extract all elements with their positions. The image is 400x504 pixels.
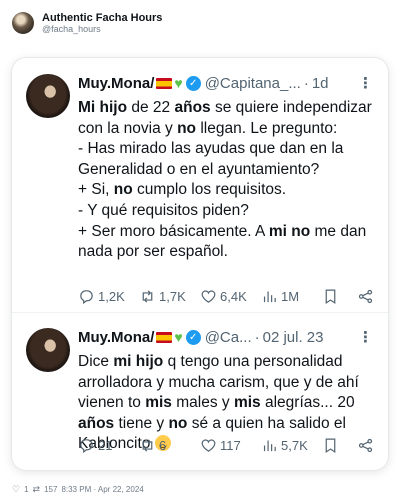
like-count: 6,4K	[220, 288, 247, 304]
tweet-text: Mi hijo de 22 años se quiere independiza…	[78, 98, 374, 263]
text-segment: de 22	[127, 99, 175, 116]
text-segment: + Si,	[78, 181, 114, 199]
separator-dot: ·	[254, 328, 260, 346]
like-count: 117	[220, 437, 241, 453]
analytics-icon	[263, 291, 276, 302]
bold-text-segment: años	[78, 414, 115, 432]
text-segment: llegan. Le pregunto:	[196, 119, 338, 137]
verified-badge-icon: ✓	[185, 75, 201, 91]
author-name[interactable]: Muy.Mona/	[78, 329, 154, 346]
bookmark-button[interactable]	[322, 437, 339, 454]
bold-text-segment: no	[177, 119, 197, 137]
bookmark-button[interactable]	[322, 288, 339, 305]
green-heart-icon: ♥	[174, 75, 183, 91]
retweet-icon	[142, 289, 153, 303]
text-segment: + Ser moro básicamente. A	[78, 222, 269, 240]
share-icon	[358, 289, 373, 303]
author-avatar[interactable]	[26, 74, 70, 118]
footer-timestamp: 8:33 PM · Apr 22, 2024	[61, 485, 144, 494]
reply-count: 21	[98, 437, 113, 453]
tweet-header: Muy.Mona/ ♥ ✓ @Capitana_... · 1d ⋮	[78, 72, 374, 94]
analytics-icon	[263, 440, 276, 451]
share-button[interactable]	[357, 288, 374, 305]
retweet-count: 1,7K	[159, 288, 186, 304]
bold-text-segment: no	[168, 414, 188, 432]
bold-text-segment: años	[174, 99, 211, 116]
post-footer: ♡ 1 ⇄ 157 8:33 PM · Apr 22, 2024	[12, 484, 144, 495]
reply-icon	[80, 289, 93, 304]
views-count: 5,7K	[281, 437, 308, 453]
views-button[interactable]: 1M	[261, 288, 322, 305]
author-handle[interactable]: @Capitana_...	[205, 75, 301, 92]
more-icon[interactable]: ⋮	[352, 328, 374, 346]
retweet-count: 6	[159, 437, 167, 453]
spain-flag-icon	[156, 77, 173, 89]
tweet-header: Muy.Mona/ ♥ ✓ @Ca... · 02 jul. 23 ⋮	[78, 326, 374, 348]
tweet-actions: 1,2K 1,7K 6,4K 1M	[78, 286, 374, 306]
retweet-icon: ⇄	[32, 484, 41, 494]
retweeter-header: Authentic Facha Hours @facha_hours	[12, 8, 162, 38]
tweet-actions: 21 6 117 5,7K	[78, 435, 374, 455]
text-segment: cumplo los requisitos.	[132, 181, 287, 199]
heart-icon	[201, 290, 216, 303]
share-icon	[358, 438, 373, 452]
retweeter-handle[interactable]: @facha_hours	[42, 24, 162, 34]
reply-icon	[80, 438, 93, 453]
author-name[interactable]: Muy.Mona/	[78, 75, 154, 92]
retweet-icon	[142, 438, 153, 452]
retweet-button[interactable]: 1,7K	[139, 288, 200, 305]
reply-button[interactable]: 1,2K	[78, 288, 139, 305]
bold-text-segment: no	[113, 181, 133, 199]
separator-dot: ·	[303, 74, 309, 92]
views-button[interactable]: 5,7K	[261, 437, 322, 454]
heart-icon: ♡	[12, 484, 21, 494]
verified-badge-icon: ✓	[185, 329, 201, 345]
bold-text-segment: Mi hijo	[78, 99, 128, 116]
bold-text-segment: mis	[233, 394, 261, 412]
text-segment: Dice	[78, 353, 114, 370]
bold-text-segment: mi hijo	[113, 353, 164, 370]
text-segment: - Y qué requisitos piden?	[78, 201, 249, 219]
text-segment: males y	[171, 394, 234, 412]
retweeter-name[interactable]: Authentic Facha Hours	[42, 12, 162, 25]
bookmark-icon	[325, 438, 336, 453]
footer-like-count: 1	[24, 485, 29, 494]
bold-text-segment: mis	[145, 394, 172, 412]
more-icon[interactable]: ⋮	[352, 74, 374, 92]
spain-flag-icon	[156, 331, 173, 343]
footer-retweet-count: 157	[44, 485, 58, 494]
reply-count: 1,2K	[98, 288, 125, 304]
bold-text-segment: mi no	[268, 222, 311, 240]
tweet-time[interactable]: 1d	[312, 75, 329, 92]
share-button[interactable]	[357, 437, 374, 454]
author-avatar[interactable]	[26, 328, 70, 372]
views-count: 1M	[281, 288, 300, 304]
tweet[interactable]: Muy.Mona/ ♥ ✓ @Capitana_... · 1d ⋮ Mi hi…	[12, 58, 388, 312]
heart-icon	[201, 439, 216, 452]
tweet-time[interactable]: 02 jul. 23	[263, 329, 324, 346]
text-segment: tiene y	[114, 414, 169, 432]
tweet-card: Muy.Mona/ ♥ ✓ @Capitana_... · 1d ⋮ Mi hi…	[12, 58, 388, 470]
green-heart-icon: ♥	[174, 329, 183, 345]
like-button[interactable]: 117	[200, 437, 261, 454]
bookmark-icon	[325, 289, 336, 304]
text-segment: alegrías... 20	[260, 394, 355, 412]
retweet-button[interactable]: 6	[139, 437, 200, 454]
retweeter-avatar[interactable]	[12, 12, 34, 34]
like-button[interactable]: 6,4K	[200, 288, 261, 305]
tweet[interactable]: Muy.Mona/ ♥ ✓ @Ca... · 02 jul. 23 ⋮ Dice…	[12, 312, 388, 470]
author-handle[interactable]: @Ca...	[205, 329, 252, 346]
reply-button[interactable]: 21	[78, 437, 139, 454]
text-segment: - Has mirado las ayudas que dan en la Ge…	[78, 140, 344, 178]
